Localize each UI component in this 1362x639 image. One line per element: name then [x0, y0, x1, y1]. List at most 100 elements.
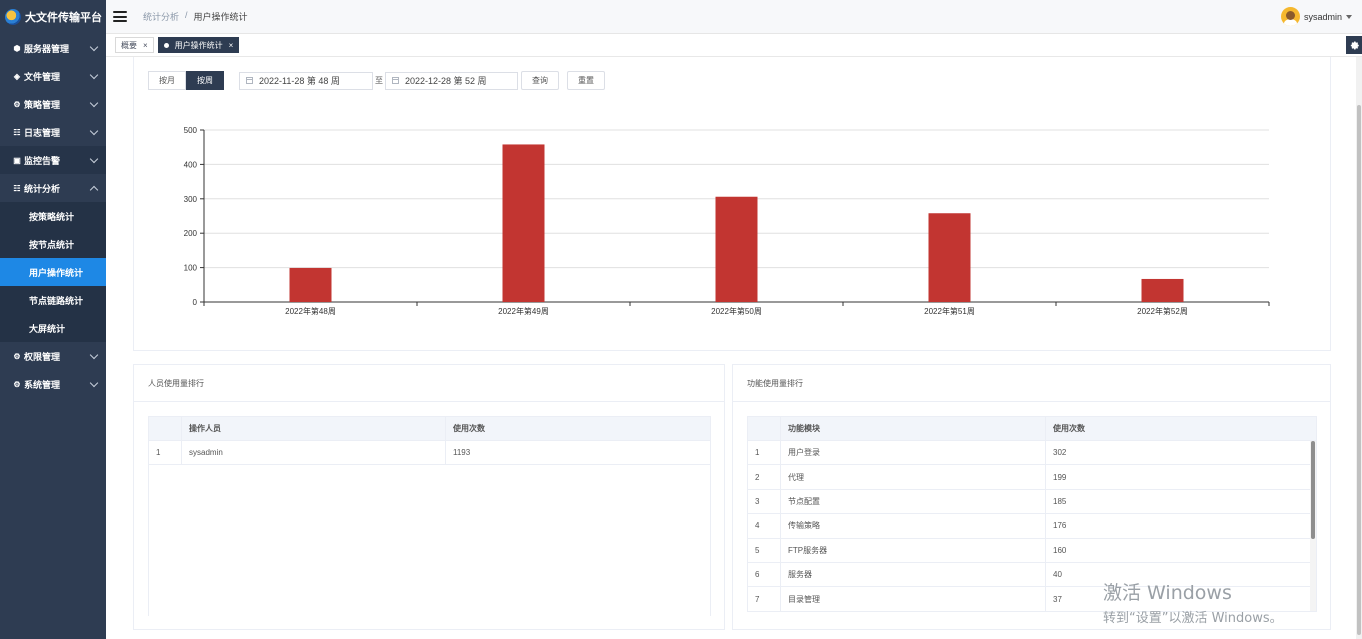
chevron-down-icon — [89, 350, 99, 360]
y-tick-label: 300 — [184, 195, 198, 204]
chevron-down-icon — [89, 154, 99, 164]
breadcrumb-current: 用户操作统计 — [193, 12, 248, 22]
settings-button[interactable] — [1346, 36, 1362, 54]
close-icon[interactable]: × — [229, 41, 234, 50]
chevron-up-icon — [89, 185, 99, 195]
sidebar-item-files[interactable]: ◈ 文件管理 — [0, 62, 106, 90]
tag-overview[interactable]: 概要 × — [115, 37, 154, 53]
page-scrollbar[interactable] — [1356, 57, 1362, 639]
tags-bar: 概要 × 用户操作统计 × — [106, 34, 1362, 57]
row-index: 2 — [748, 465, 781, 489]
monitor-icon: ▣ — [13, 155, 21, 165]
y-tick-label: 100 — [184, 264, 198, 273]
avatar — [1280, 7, 1300, 26]
sidebar-item-server[interactable]: ⬢ 服务器管理 — [0, 34, 106, 62]
user-ranking-panel: 人员使用量排行 操作人员 使用次数 1 sysadmin 1193 — [133, 364, 725, 630]
column-header-index — [149, 417, 182, 440]
row-module: 用户登录 — [781, 441, 1046, 465]
active-dot-icon — [163, 42, 169, 48]
sidebar-subitem-user-ops[interactable]: 用户操作统计 — [0, 258, 106, 286]
sidebar-subitem-by-strategy[interactable]: 按策略统计 — [0, 202, 106, 230]
row-index: 1 — [748, 441, 781, 465]
sidebar-item-label: 文件管理 — [24, 71, 61, 82]
table-row: 1 sysadmin 1193 — [149, 441, 710, 466]
bar — [715, 196, 758, 302]
breadcrumb-parent[interactable]: 统计分析 — [143, 10, 179, 23]
main-content: 按月 按周 2022-11-28 第 48 周 至 2022-12-28 第 5… — [106, 57, 1356, 639]
column-header-count: 使用次数 — [453, 424, 485, 433]
panel-title: 人员使用量排行 — [134, 365, 724, 402]
row-count: 176 — [1053, 521, 1067, 531]
hamburger-menu-icon[interactable] — [113, 11, 127, 22]
sidebar-subitem-big-screen[interactable]: 大屏统计 — [0, 314, 106, 342]
table-row: 3 节点配置 185 — [748, 489, 1316, 515]
chevron-down-icon — [89, 98, 99, 108]
row-module: 服务器 — [781, 562, 1046, 587]
row-count: 1193 — [453, 448, 471, 458]
row-module: 节点配置 — [781, 489, 1046, 514]
row-module: 传输策略 — [781, 514, 1046, 538]
table-scrollbar[interactable] — [1310, 441, 1316, 611]
table-row: 1 用户登录 302 — [748, 441, 1316, 466]
sidebar-subitem-by-node[interactable]: 按节点统计 — [0, 230, 106, 258]
logo-icon — [5, 9, 21, 25]
tag-user-ops[interactable]: 用户操作统计 × — [157, 37, 240, 53]
row-module: FTP服务器 — [781, 538, 1046, 562]
caret-down-icon — [1346, 14, 1352, 19]
sidebar-item-permissions[interactable]: ⚙ 权限管理 — [0, 342, 106, 370]
gear-icon: ⚙ — [13, 379, 21, 389]
chevron-down-icon — [89, 42, 99, 52]
user-menu[interactable]: sysadmin — [1280, 7, 1352, 26]
user-ranking-table: 操作人员 使用次数 1 sysadmin 1193 — [148, 416, 711, 616]
function-ranking-panel: 功能使用量排行 功能模块 使用次数 1 用户登录 302 2 代理 199 3 节点配置 185… — [732, 364, 1331, 630]
sidebar-item-label: 系统管理 — [24, 379, 61, 390]
table-row: 2 代理 199 — [748, 465, 1316, 490]
x-tick-label: 2022年第51周 — [924, 306, 975, 316]
row-count: 302 — [1053, 448, 1067, 458]
x-tick-label: 2022年第49周 — [498, 306, 549, 316]
panel-title: 功能使用量排行 — [733, 365, 1330, 402]
row-index: 3 — [748, 489, 781, 514]
y-tick-label: 400 — [184, 160, 198, 169]
chart-card: 按月 按周 2022-11-28 第 48 周 至 2022-12-28 第 5… — [133, 57, 1331, 351]
bar — [289, 267, 332, 302]
bar — [928, 213, 971, 302]
gear-icon: ⚙ — [13, 99, 21, 109]
sidebar-menu: ⬢ 服务器管理 ◈ 文件管理 ⚙ 策略管理 ☷ 日志管理 ▣ 监控告警 ☷ 统计… — [0, 34, 106, 398]
sidebar-item-label: 日志管理 — [24, 127, 61, 138]
close-icon[interactable]: × — [143, 41, 148, 50]
row-index: 7 — [748, 587, 781, 611]
x-tick-label: 2022年第50周 — [711, 306, 762, 316]
sidebar-subitem-node-link[interactable]: 节点链路统计 — [0, 286, 106, 314]
chevron-down-icon — [89, 378, 99, 388]
sidebar-item-monitor[interactable]: ▣ 监控告警 — [0, 146, 106, 174]
column-header-module: 功能模块 — [781, 417, 1046, 440]
row-count: 160 — [1053, 545, 1067, 555]
row-index: 1 — [149, 441, 182, 465]
row-operator: sysadmin — [182, 441, 446, 465]
row-index: 5 — [748, 538, 781, 562]
bar — [502, 144, 545, 302]
sidebar-item-label: 监控告警 — [24, 155, 61, 166]
x-tick-label: 2022年第48周 — [285, 306, 336, 316]
sidebar-item-strategy[interactable]: ⚙ 策略管理 — [0, 90, 106, 118]
table-header: 功能模块 使用次数 — [748, 417, 1316, 441]
sidebar-item-label: 策略管理 — [24, 99, 61, 110]
row-count: 199 — [1053, 472, 1067, 482]
row-count: 40 — [1053, 570, 1062, 580]
gear-icon: ⚙ — [13, 351, 21, 361]
sidebar-item-statistics[interactable]: ☷ 统计分析 — [0, 174, 106, 202]
function-table-body: 1 用户登录 302 2 代理 199 3 节点配置 185 4 传输策略 176 5 FTP服务器 160… — [748, 441, 1316, 611]
sidebar-item-logs[interactable]: ☷ 日志管理 — [0, 118, 106, 146]
y-tick-label: 500 — [184, 126, 198, 135]
breadcrumb-separator: / — [185, 10, 188, 20]
list-icon: ☷ — [13, 127, 21, 137]
top-header: 统计分析 / 用户操作统计 sysadmin — [106, 0, 1362, 34]
app-title: 大文件传输平台 — [25, 12, 102, 24]
x-tick-label: 2022年第52周 — [1137, 306, 1188, 316]
y-tick-label: 200 — [184, 229, 198, 238]
row-module: 代理 — [781, 465, 1046, 489]
list-icon: ☷ — [13, 183, 21, 193]
table-row: 4 传输策略 176 — [748, 514, 1316, 539]
sidebar-item-system[interactable]: ⚙ 系统管理 — [0, 370, 106, 398]
